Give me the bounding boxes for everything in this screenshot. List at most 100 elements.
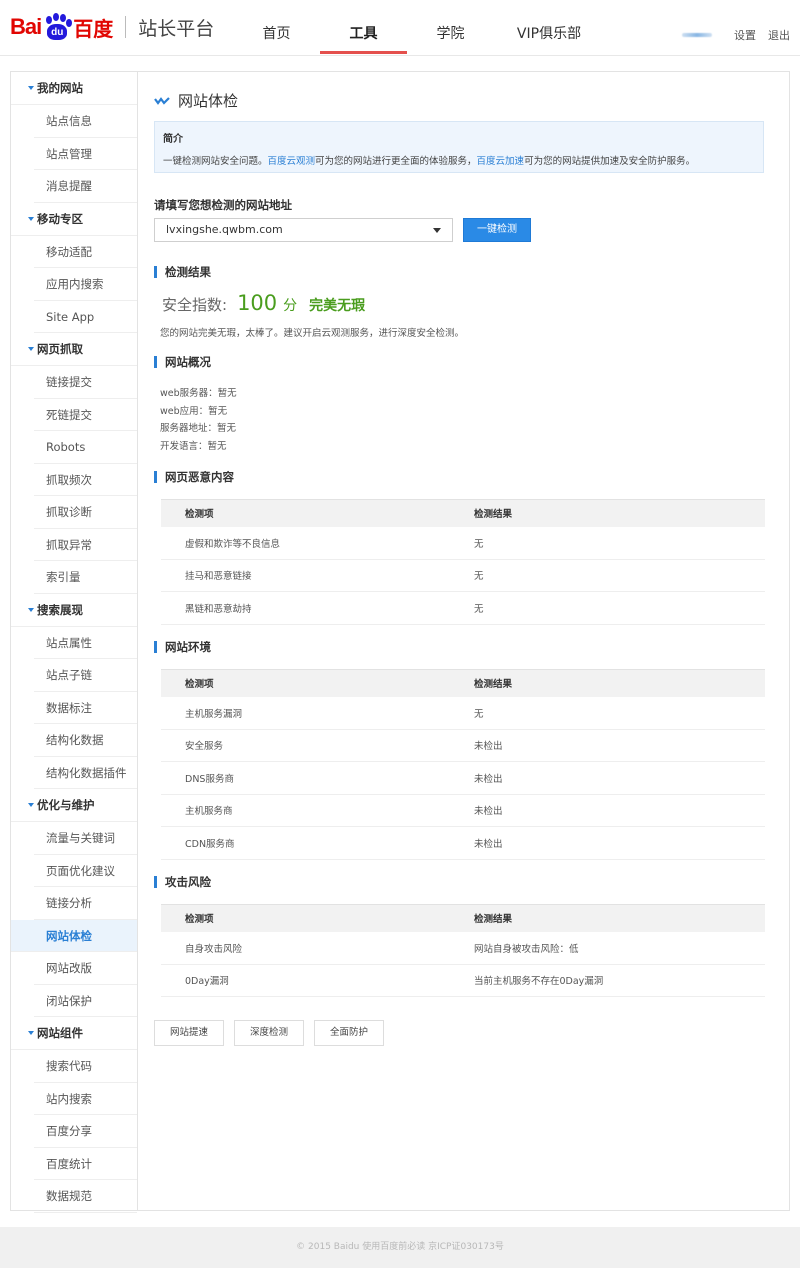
sidebar-group[interactable]: 移动专区: [11, 203, 137, 236]
sidebar-group[interactable]: 优化与维护: [11, 789, 137, 822]
sidebar-item[interactable]: 站点管理: [34, 138, 137, 170]
intro-text: 一键检测网站安全问题。百度云观测可为您的网站进行更全面的体验服务，百度云加速可为…: [163, 153, 755, 167]
sidebar-item[interactable]: 百度统计: [34, 1148, 137, 1180]
overview-language: 开发语言：暂无: [160, 440, 227, 452]
footer: © 2015 Baidu 使用百度前必读 京ICP证030173号: [0, 1227, 800, 1268]
sidebar-item[interactable]: 站点属性: [34, 627, 137, 659]
sidebar-item[interactable]: Site App: [34, 301, 137, 333]
score-label: 安全指数:: [162, 296, 228, 314]
url-label: 请填写您想检测的网站地址: [154, 198, 292, 212]
sidebar-group-label: 移动专区: [37, 211, 83, 226]
sidebar-group[interactable]: 网页抓取: [11, 333, 137, 366]
malicious-content-table: 检测项 检测结果 虚假和欺诈等不良信息无 挂马和恶意链接无 黑链和恶意劫持无: [161, 499, 765, 625]
logo-divider: [125, 16, 127, 38]
sidebar: 我的网站 站点信息 站点管理 消息提醒移动专区移动适配 应用内搜索 Site App 网页抓…: [10, 71, 138, 1213]
attack-risk-section-title: 攻击风险: [154, 876, 211, 888]
malicious-content-section-title: 网页恶意内容: [154, 471, 234, 483]
sidebar-item[interactable]: 闭站保护: [34, 985, 137, 1017]
sidebar-group-label: 网站组件: [37, 1026, 83, 1040]
sidebar-item[interactable]: 网站体检: [11, 919, 137, 952]
sidebar-item[interactable]: 数据标注: [34, 692, 137, 724]
deep-check-button[interactable]: 深度检测: [234, 1020, 305, 1046]
sidebar-item[interactable]: 网站改版: [34, 952, 137, 985]
sidebar-item[interactable]: 站点信息: [34, 105, 137, 138]
sidebar-item[interactable]: 站内搜索: [34, 1083, 137, 1115]
url-select[interactable]: lvxingshe.qwbm.com: [154, 218, 453, 242]
col-header-result: 检测结果: [450, 669, 765, 697]
overview-section-title: 网站概况: [154, 356, 211, 368]
avatar[interactable]: [682, 33, 712, 37]
table-header-row: 检测项 检测结果: [161, 499, 765, 527]
sidebar-group-label: 搜索展现: [37, 602, 83, 617]
sidebar-item[interactable]: 移动适配: [34, 236, 137, 268]
table-cell: 未检出: [450, 826, 765, 860]
table-cell: 安全服务: [161, 729, 450, 762]
nav-tools[interactable]: 工具: [320, 0, 407, 54]
table-cell: 主机服务商: [161, 794, 450, 827]
paw-icon: du: [42, 13, 73, 41]
sidebar-group[interactable]: 网站组件: [11, 1017, 137, 1050]
nav-home[interactable]: 首页: [233, 0, 320, 54]
table-cell: 网站自身被攻击风险：低: [450, 931, 765, 965]
main-nav: 首页 工具 学院 VIP俱乐部: [233, 0, 604, 56]
table-header-row: 检测项 检测结果: [161, 669, 765, 697]
sidebar-item[interactable]: Robots: [34, 431, 137, 464]
speedup-button[interactable]: 网站提速: [154, 1020, 225, 1046]
top-header: Bai du 百度 站长平台 首页 工具 学院 VIP俱乐部 设置 退出: [0, 0, 800, 56]
sidebar-item[interactable]: 消息提醒: [34, 170, 137, 203]
score-note: 您的网站完美无瑕，太棒了。建议开启云观测服务，进行深度安全检测。: [160, 328, 465, 339]
sidebar-item[interactable]: 索引量: [34, 561, 137, 594]
table-cell: 挂马和恶意链接: [161, 559, 450, 592]
score-line: 安全指数: 100 分 完美无瑕: [162, 291, 365, 315]
table-cell: 主机服务漏洞: [161, 696, 450, 730]
table-row: 黑链和恶意劫持无: [161, 591, 765, 625]
table-row: 安全服务 未检出: [161, 729, 765, 762]
sidebar-item[interactable]: 站点子链: [34, 659, 137, 692]
table-row: 主机服务漏洞无: [161, 696, 765, 730]
sidebar-item[interactable]: 抓取频次: [34, 464, 137, 496]
table-row: 挂马和恶意链接无: [161, 559, 765, 592]
table-cell: 0Day漏洞: [161, 964, 450, 997]
sidebar-item[interactable]: 应用内搜索: [34, 268, 137, 301]
full-protection-button[interactable]: 全面防护: [314, 1020, 385, 1046]
sidebar-item[interactable]: 搜索代码: [34, 1050, 137, 1083]
score-value: 100: [237, 291, 278, 315]
result-section-title: 检测结果: [154, 266, 211, 278]
table-cell: 自身攻击风险: [161, 931, 450, 965]
sidebar-item[interactable]: 结构化数据: [34, 724, 137, 757]
table-row: 0Day漏洞 当前主机服务不存在0Day漏洞: [161, 964, 765, 997]
sidebar-item[interactable]: 死链提交: [34, 399, 137, 431]
sidebar-item[interactable]: 数据规范: [34, 1180, 137, 1213]
table-row: 虚假和欺诈等不良信息无: [161, 526, 765, 560]
logout-link[interactable]: 退出: [768, 27, 790, 43]
sidebar-item[interactable]: 流量与关键词: [34, 822, 137, 855]
caret-down-icon: [28, 803, 34, 807]
sidebar-item[interactable]: 链接分析: [34, 887, 137, 920]
sidebar-item[interactable]: 百度分享: [34, 1115, 137, 1148]
table-row: 主机服务商 未检出: [161, 794, 765, 827]
sidebar-group[interactable]: 我的网站: [11, 72, 137, 105]
table-row: 自身攻击风险 网站自身被攻击风险：低: [161, 931, 765, 965]
nav-academy[interactable]: 学院: [407, 0, 494, 54]
one-click-check-button[interactable]: 一键检测: [463, 218, 531, 242]
table-cell: 无: [450, 559, 765, 592]
sidebar-item[interactable]: 页面优化建议: [34, 855, 137, 887]
cloud-accelerate-link[interactable]: 百度云加速: [477, 156, 525, 167]
sidebar-item[interactable]: 结构化数据插件: [34, 757, 137, 789]
sidebar-item[interactable]: 抓取诊断: [34, 496, 137, 529]
sidebar-item[interactable]: 抓取异常: [34, 529, 137, 561]
caret-down-icon: [28, 86, 34, 90]
table-cell: 未检出: [450, 794, 765, 827]
logo-cn-text: 百度: [73, 16, 114, 41]
bottom-actions: 网站提速 深度检测 全面防护: [154, 1020, 394, 1046]
baidu-logo[interactable]: Bai du 百度 站长平台: [10, 9, 214, 45]
overview-list: web服务器：暂无 web应用：暂无 服务器地址：暂无 开发语言：暂无: [160, 385, 237, 455]
nav-vip-club[interactable]: VIP俱乐部: [494, 0, 604, 54]
table-cell: 未检出: [450, 729, 765, 762]
settings-link[interactable]: 设置: [734, 27, 756, 43]
cloud-monitor-link[interactable]: 百度云观测: [268, 156, 316, 167]
table-cell: 黑链和恶意劫持: [161, 591, 450, 625]
table-cell: 当前主机服务不存在0Day漏洞: [450, 964, 765, 997]
sidebar-group[interactable]: 搜索展现: [11, 594, 137, 627]
sidebar-item[interactable]: 链接提交: [34, 366, 137, 399]
